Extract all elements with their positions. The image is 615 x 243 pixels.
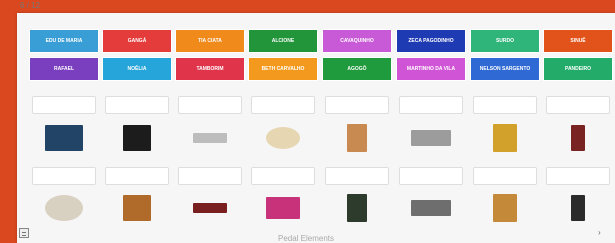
label-button[interactable]: Sinuê (543, 29, 613, 53)
ganza-instrument-image[interactable] (193, 133, 227, 143)
portrait-singer-image[interactable] (571, 125, 585, 151)
portrait-singer-image[interactable] (571, 195, 585, 221)
drop-slot[interactable] (178, 167, 242, 185)
cavaquinho-instrument-image[interactable] (123, 195, 151, 221)
agogo-instrument-image[interactable] (411, 130, 451, 146)
drop-slot[interactable] (32, 167, 96, 185)
drop-slot[interactable] (473, 96, 537, 114)
drop-slot[interactable] (105, 167, 169, 185)
reco-reco-instrument-image[interactable] (123, 125, 151, 151)
label-button[interactable]: Gangá (102, 29, 172, 53)
drop-slot[interactable] (251, 96, 315, 114)
drop-slot[interactable] (546, 167, 610, 185)
drop-slot[interactable] (325, 167, 389, 185)
menu-icon[interactable] (19, 228, 29, 238)
label-button[interactable]: Noêlia (102, 57, 172, 81)
portrait-singer-image[interactable] (266, 197, 300, 219)
next-arrow-icon[interactable]: › (598, 228, 601, 237)
footer-label: Pedal Elements (278, 234, 335, 243)
portrait-singer-image[interactable] (493, 124, 517, 152)
drop-slot[interactable] (105, 96, 169, 114)
drop-slot[interactable] (178, 96, 242, 114)
pandeiro-instrument-image[interactable] (266, 127, 300, 149)
label-button[interactable]: Zeca Pagodinho (396, 29, 466, 53)
drop-slot[interactable] (546, 96, 610, 114)
window-title: 6 / 12 (20, 1, 41, 10)
portrait-singer-image[interactable] (347, 194, 367, 222)
label-button[interactable]: Tamborim (175, 57, 245, 81)
drop-slot[interactable] (251, 167, 315, 185)
portrait-singer-image[interactable] (45, 125, 83, 151)
label-button[interactable]: Rafael (29, 57, 99, 81)
label-button[interactable]: Nelson Sargento (470, 57, 540, 81)
label-button[interactable]: Alcione (248, 29, 318, 53)
drop-slot[interactable] (32, 96, 96, 114)
portrait-singer-image[interactable] (193, 203, 227, 213)
label-button[interactable]: Pandeiro (543, 57, 613, 81)
drop-slot[interactable] (473, 167, 537, 185)
portrait-singer-image[interactable] (493, 194, 517, 222)
label-button[interactable]: Surdo (470, 29, 540, 53)
drop-slot[interactable] (399, 96, 463, 114)
label-button[interactable]: Agogô (322, 57, 392, 81)
label-button[interactable]: Martinho da Vila (396, 57, 466, 81)
drop-slot[interactable] (399, 167, 463, 185)
surdo-instrument-image[interactable] (347, 124, 367, 152)
label-button[interactable]: Edu de Maria (29, 29, 99, 53)
drop-slot[interactable] (325, 96, 389, 114)
tamborim-instrument-image[interactable] (45, 195, 83, 221)
portrait-singer-image[interactable] (411, 200, 451, 216)
label-button[interactable]: Tia Ciata (175, 29, 245, 53)
label-button[interactable]: Beth Carvalho (248, 57, 318, 81)
label-button[interactable]: Cavaquinho (322, 29, 392, 53)
